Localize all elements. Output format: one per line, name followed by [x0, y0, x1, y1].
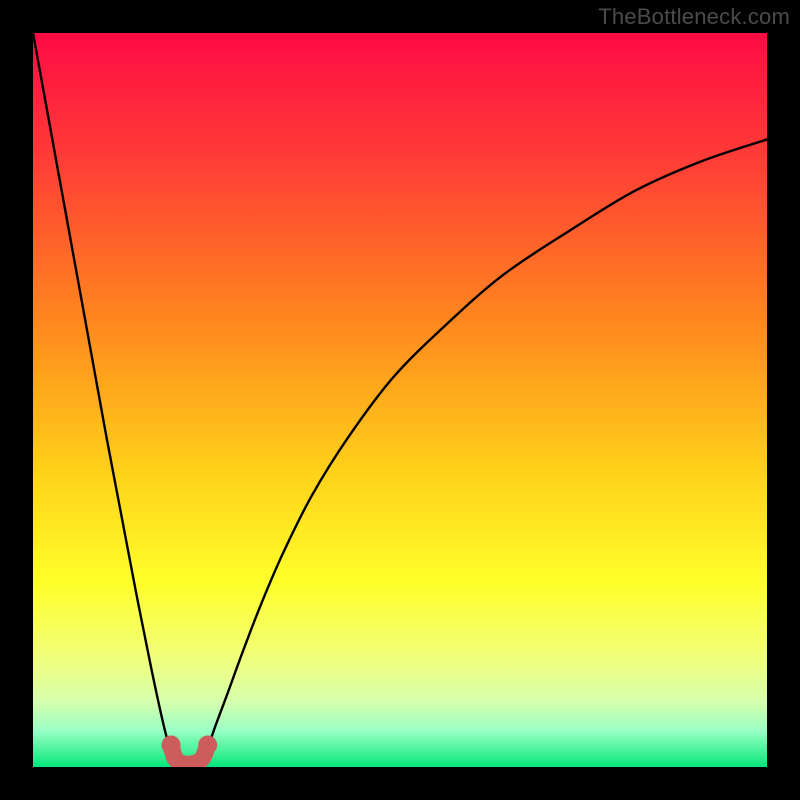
trough-marker-dot-right	[198, 735, 217, 754]
trough-marker-dot-left	[161, 735, 180, 754]
watermark-text: TheBottleneck.com	[598, 4, 790, 30]
plot-area	[33, 33, 767, 767]
gradient-background	[33, 33, 767, 767]
chart-frame: TheBottleneck.com	[0, 0, 800, 800]
chart-svg	[33, 33, 767, 767]
